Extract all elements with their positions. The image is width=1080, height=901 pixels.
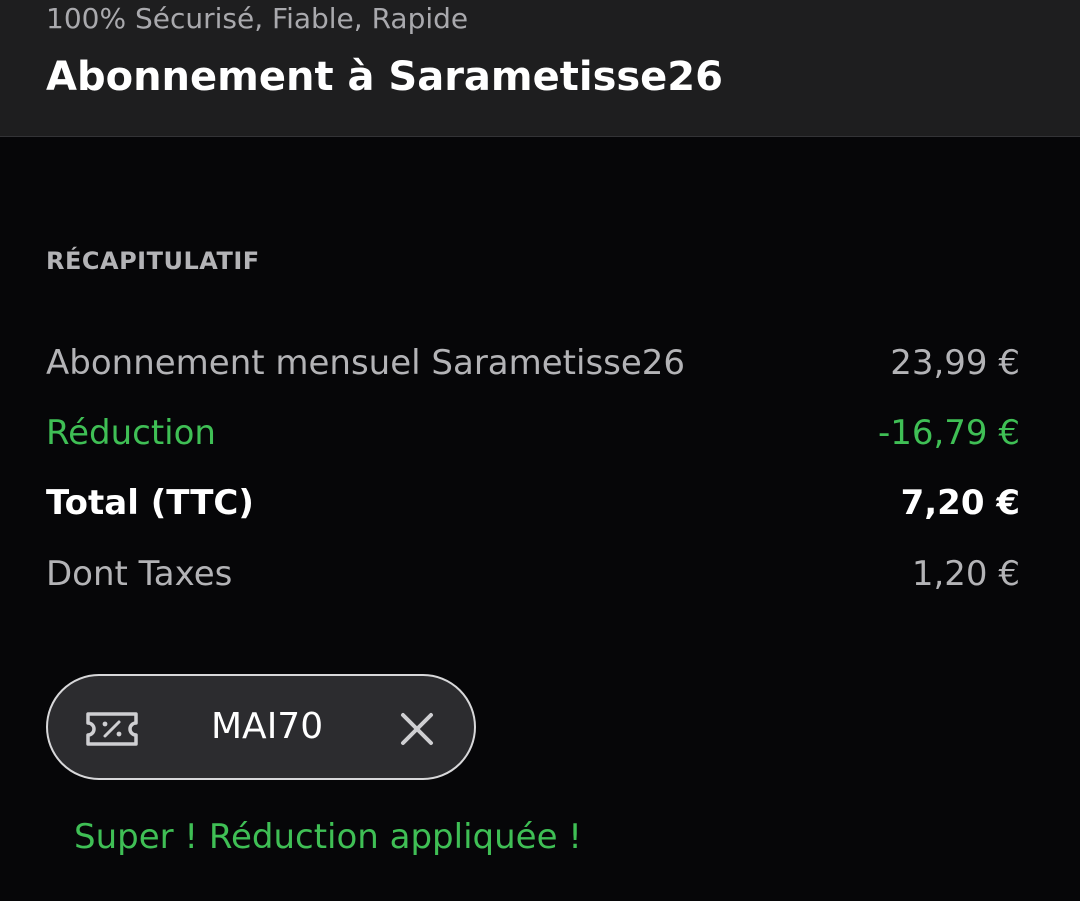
header-subtitle: 100% Sécurisé, Fiable, Rapide bbox=[46, 2, 469, 35]
summary-row-discount: Réduction -16,79 € bbox=[46, 413, 1020, 459]
summary-row-taxes: Dont Taxes 1,20 € bbox=[46, 554, 1020, 600]
subscription-label: Abonnement mensuel Sarametisse26 bbox=[46, 343, 686, 383]
total-label: Total (TTC) bbox=[46, 483, 254, 523]
subscription-price: 23,99 € bbox=[890, 343, 1020, 383]
checkout-header: 100% Sécurisé, Fiable, Rapide Abonnement… bbox=[0, 0, 1080, 137]
page-title: Abonnement à Sarametisse26 bbox=[46, 54, 723, 100]
coupon-code: MAI70 bbox=[211, 706, 324, 747]
discount-ticket-icon bbox=[84, 710, 140, 748]
applied-coupon-chip[interactable]: MAI70 bbox=[46, 674, 476, 780]
order-summary: RÉCAPITULATIF Abonnement mensuel Saramet… bbox=[0, 137, 1080, 901]
discount-success-message: Super ! Réduction appliquée ! bbox=[74, 817, 582, 857]
total-amount: 7,20 € bbox=[900, 483, 1020, 523]
discount-label: Réduction bbox=[46, 413, 216, 453]
close-icon[interactable] bbox=[398, 710, 436, 748]
discount-amount: -16,79 € bbox=[877, 413, 1020, 453]
summary-section-title: RÉCAPITULATIF bbox=[46, 247, 260, 275]
taxes-label: Dont Taxes bbox=[46, 554, 233, 594]
summary-row-total: Total (TTC) 7,20 € bbox=[46, 483, 1020, 529]
summary-row-subscription: Abonnement mensuel Sarametisse26 23,99 € bbox=[46, 343, 1020, 389]
taxes-amount: 1,20 € bbox=[911, 554, 1020, 594]
